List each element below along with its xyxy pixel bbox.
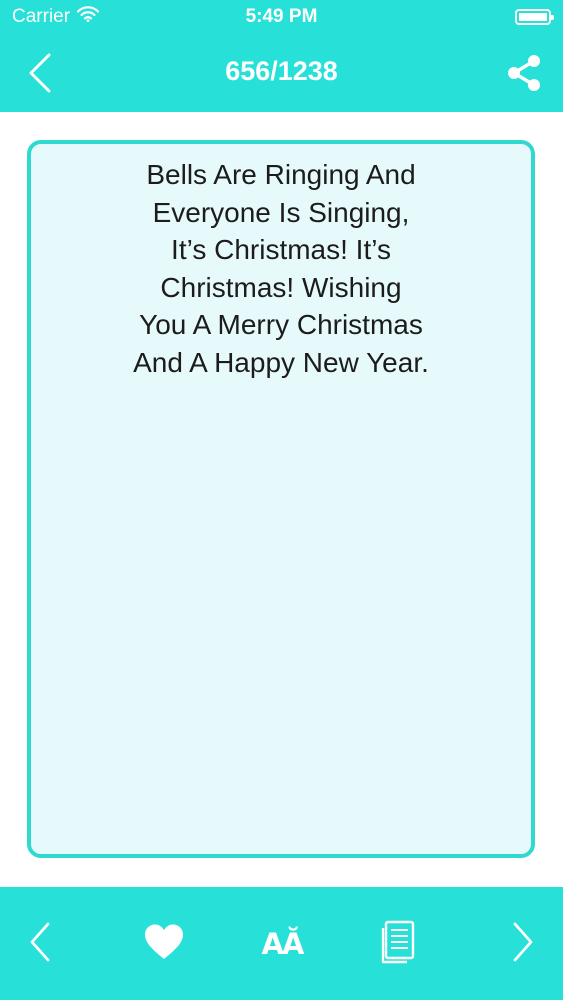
font-size-icon: AĂ [261, 927, 305, 961]
chevron-left-icon [29, 922, 51, 967]
screen: Carrier 5:49 PM 656/1238 Bells Are Ringi… [0, 0, 563, 1000]
bottom-toolbar: AĂ [0, 887, 563, 1000]
share-button[interactable] [503, 54, 545, 96]
navigation-bar: 656/1238 [0, 38, 563, 112]
battery-icon [515, 9, 554, 25]
status-time: 5:49 PM [245, 6, 318, 27]
chevron-right-icon [512, 922, 534, 967]
font-size-button[interactable]: AĂ [258, 921, 306, 967]
copy-document-icon [380, 920, 416, 969]
quote-card: Bells Are Ringing And Everyone Is Singin… [27, 140, 535, 858]
status-bar: Carrier 5:49 PM [0, 0, 563, 38]
next-quote-button[interactable] [503, 921, 543, 967]
favorite-button[interactable] [140, 921, 188, 967]
share-icon [505, 54, 543, 97]
copy-button[interactable] [376, 919, 420, 969]
header: Carrier 5:49 PM 656/1238 [0, 0, 563, 112]
heart-icon [143, 923, 185, 966]
page-counter: 656/1238 [225, 56, 338, 86]
previous-quote-button[interactable] [20, 921, 60, 967]
quote-text: Bells Are Ringing And Everyone Is Singin… [133, 159, 429, 378]
